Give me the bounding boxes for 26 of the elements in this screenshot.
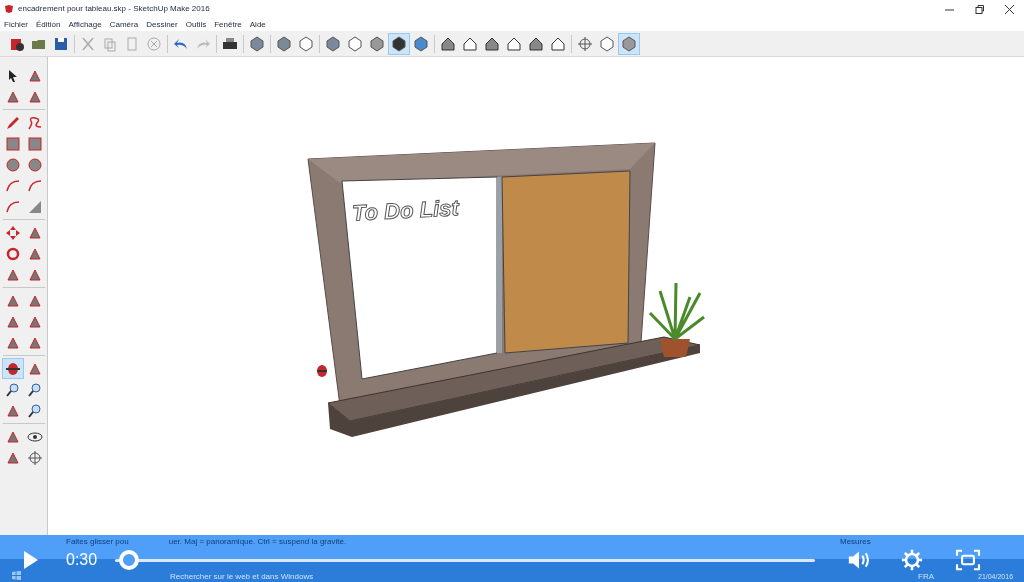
play-icon[interactable]	[23, 550, 39, 570]
window-title: encadrement pour tableau.skp - SketchUp Make 2016	[18, 3, 210, 15]
fullscreen-icon[interactable]	[955, 549, 982, 571]
elapsed-time: 0:30	[66, 551, 98, 569]
app-logo-icon	[4, 4, 14, 14]
menu-item[interactable]: Aide	[249, 18, 266, 31]
volume-icon[interactable]	[847, 549, 872, 571]
menu-item[interactable]: Dessiner	[146, 18, 178, 31]
menu-item[interactable]: Caméra	[109, 18, 139, 31]
menu-item[interactable]: Édition	[36, 18, 61, 31]
menu-item[interactable]: Fichier	[4, 18, 28, 31]
status-hint-text: Faites glisser pou	[66, 537, 129, 546]
windows-logo-icon	[12, 571, 21, 580]
menu-item[interactable]: Affichage	[68, 18, 102, 31]
restore-icon[interactable]	[974, 4, 984, 14]
status-hint-text: uer. Maj = panoramique. Ctrl = suspend la gravité.	[168, 537, 347, 546]
menu-item[interactable]: Outils	[185, 18, 207, 31]
menu-item[interactable]: Fenêtre	[214, 18, 242, 31]
progress-bar[interactable]	[115, 550, 816, 570]
close-icon[interactable]	[1004, 4, 1014, 14]
language-indicator: FRA	[918, 572, 934, 581]
board-text: To Do List	[351, 194, 460, 228]
orbit-icon[interactable]	[1, 358, 24, 379]
orbit-cursor-icon	[316, 365, 328, 377]
settings-icon[interactable]	[901, 549, 924, 571]
measurements-label: Mesures	[840, 537, 871, 546]
